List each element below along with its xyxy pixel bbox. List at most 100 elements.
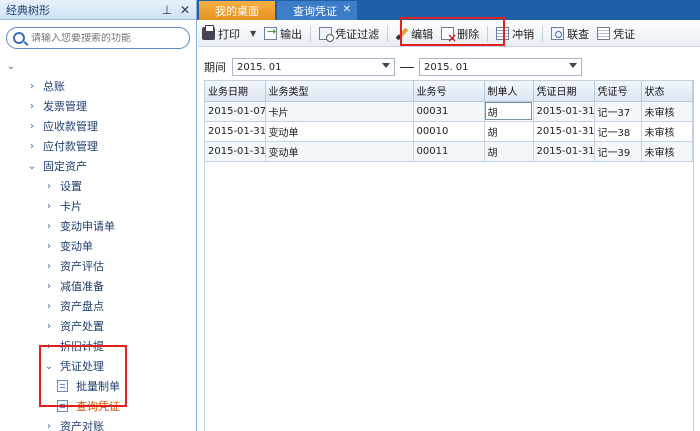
table-cell[interactable]: 00031 bbox=[413, 101, 485, 122]
table-cell[interactable]: 记一39 bbox=[594, 141, 642, 162]
search-box[interactable] bbox=[6, 27, 190, 49]
dropdown-arrow-icon[interactable]: ▼ bbox=[250, 29, 256, 38]
table-row[interactable]: 2015-01-31 变动单 00010 胡 2015-01-31 记一38 未… bbox=[205, 121, 693, 142]
table-cell[interactable]: 2015-01-31 bbox=[533, 141, 595, 162]
tree-item-general-ledger[interactable]: › 总账 bbox=[0, 76, 196, 96]
table-row[interactable]: 2015-01-31 变动单 00011 胡 2015-01-31 记一39 未… bbox=[205, 141, 693, 162]
voucher-table: 业务日期 业务类型 业务号 制单人 凭证日期 凭证号 状态 2015-01-07… bbox=[205, 81, 693, 162]
table-cell[interactable]: 00010 bbox=[413, 121, 485, 142]
tree-item-label: 设置 bbox=[60, 180, 82, 193]
tab-my-desktop[interactable]: 我的桌面 bbox=[199, 1, 275, 20]
chevron-right-icon: › bbox=[47, 260, 51, 272]
table-cell[interactable]: 2015-01-31 bbox=[205, 141, 266, 162]
tree-item-label: 变动单 bbox=[60, 240, 93, 253]
reverse-icon bbox=[496, 27, 510, 40]
tree-item-impairment[interactable]: › 减值准备 bbox=[0, 276, 196, 296]
table-header-row: 业务日期 业务类型 业务号 制单人 凭证日期 凭证号 状态 bbox=[205, 81, 693, 102]
edit-label: 编辑 bbox=[411, 27, 434, 41]
sidebar-title: 经典树形 bbox=[6, 3, 50, 17]
tree-item-change-request[interactable]: › 变动申请单 bbox=[0, 216, 196, 236]
pencil-icon bbox=[395, 27, 409, 40]
tab-query-voucher[interactable]: 查询凭证 ✕ bbox=[277, 1, 357, 20]
table-cell[interactable]: 未审核 bbox=[641, 141, 693, 162]
column-header[interactable]: 业务日期 bbox=[205, 81, 266, 102]
tree-item-invoice[interactable]: › 发票管理 bbox=[0, 96, 196, 116]
table-cell[interactable]: 00011 bbox=[413, 141, 485, 162]
printer-icon bbox=[202, 25, 215, 40]
table-cell[interactable]: 2015-01-31 bbox=[205, 121, 266, 142]
tree-item-fixed-assets[interactable]: ⌄ 固定资产 bbox=[0, 156, 196, 176]
chevron-down-icon: ⌄ bbox=[6, 60, 16, 72]
table-cell[interactable]: 未审核 bbox=[641, 101, 693, 122]
export-icon bbox=[264, 25, 278, 40]
tree-item-receivable[interactable]: › 应收款管理 bbox=[0, 116, 196, 136]
table-cell[interactable]: 变动单 bbox=[265, 141, 414, 162]
highlight-box-voucher-processing bbox=[39, 345, 127, 407]
table-cell[interactable]: 胡 bbox=[484, 121, 534, 142]
toolbar-divider bbox=[487, 25, 489, 42]
table-cell[interactable]: 卡片 bbox=[265, 101, 414, 122]
tree-root-toggle[interactable]: ⌄ bbox=[0, 56, 196, 76]
tree-item-asset-reconcile[interactable]: › 资产对账 bbox=[0, 416, 196, 431]
table-cell-focused[interactable]: 胡 bbox=[484, 101, 534, 122]
column-header[interactable]: 凭证日期 bbox=[533, 81, 595, 102]
table-cell[interactable]: 变动单 bbox=[265, 121, 414, 142]
toolbar-divider bbox=[310, 25, 312, 42]
print-button[interactable]: 打印 ▼ bbox=[198, 23, 260, 45]
tree-item-label: 卡片 bbox=[60, 200, 82, 213]
table-cell[interactable]: 记一37 bbox=[594, 101, 642, 122]
table-cell[interactable]: 胡 bbox=[484, 141, 534, 162]
table-cell[interactable]: 2015-01-07 bbox=[205, 101, 266, 122]
tree-item-label: 资产盘点 bbox=[60, 300, 104, 313]
tree-item-asset-disposal[interactable]: › 资产处置 bbox=[0, 316, 196, 336]
tree-item-card[interactable]: › 卡片 bbox=[0, 196, 196, 216]
reverse-button[interactable]: 冲销 bbox=[492, 23, 538, 45]
voucher-filter-button[interactable]: 凭证过滤 bbox=[315, 23, 383, 45]
period-to-value: 2015. 01 bbox=[424, 61, 469, 73]
search-input[interactable] bbox=[31, 32, 181, 44]
chevron-right-icon: › bbox=[30, 140, 34, 152]
chevron-right-icon: › bbox=[47, 180, 51, 192]
pin-icon[interactable]: ⊥ bbox=[160, 3, 174, 17]
voucher-button[interactable]: 凭证 bbox=[593, 23, 639, 45]
tree-item-change-slip[interactable]: › 变动单 bbox=[0, 236, 196, 256]
linked-query-button[interactable]: 联查 bbox=[547, 23, 593, 45]
period-from-select[interactable]: 2015. 01 bbox=[232, 58, 395, 76]
export-label: 输出 bbox=[280, 27, 303, 41]
chevron-right-icon: › bbox=[47, 300, 51, 312]
table-cell[interactable]: 2015-01-31 bbox=[533, 101, 595, 122]
tree-item-label: 变动申请单 bbox=[60, 220, 115, 233]
tree-item-label: 应付款管理 bbox=[43, 140, 98, 153]
voucher-icon bbox=[597, 27, 611, 40]
tab-bar: 我的桌面 查询凭证 ✕ bbox=[197, 0, 700, 20]
tree-item-label: 资产对账 bbox=[60, 420, 104, 431]
tree-item-asset-count[interactable]: › 资产盘点 bbox=[0, 296, 196, 316]
search-icon bbox=[13, 32, 25, 44]
column-header[interactable]: 状态 bbox=[641, 81, 693, 102]
column-header[interactable]: 业务号 bbox=[413, 81, 485, 102]
table-cell[interactable]: 记一38 bbox=[594, 121, 642, 142]
period-label: 期间 bbox=[204, 61, 226, 74]
column-header[interactable]: 制单人 bbox=[484, 81, 534, 102]
column-header[interactable]: 凭证号 bbox=[594, 81, 642, 102]
tree-item-payable[interactable]: › 应付款管理 bbox=[0, 136, 196, 156]
tree-item-label: 资产处置 bbox=[60, 320, 104, 333]
table-cell[interactable]: 2015-01-31 bbox=[533, 121, 595, 142]
edit-button[interactable]: 编辑 bbox=[392, 23, 437, 45]
table-row[interactable]: 2015-01-07 卡片 00031 胡 2015-01-31 记一37 未审… bbox=[205, 101, 693, 122]
sidebar-header: 经典树形 ⊥ ✕ bbox=[0, 0, 196, 20]
close-icon[interactable]: ✕ bbox=[178, 3, 192, 17]
chevron-right-icon: › bbox=[30, 80, 34, 92]
column-header[interactable]: 业务类型 bbox=[265, 81, 414, 102]
delete-button[interactable]: 删除 bbox=[437, 23, 483, 45]
range-separator bbox=[400, 66, 414, 68]
tree-item-asset-evaluation[interactable]: › 资产评估 bbox=[0, 256, 196, 276]
export-button[interactable]: 输出 bbox=[260, 23, 306, 45]
table-cell[interactable]: 未审核 bbox=[641, 121, 693, 142]
linked-query-label: 联查 bbox=[567, 27, 590, 41]
chevron-right-icon: › bbox=[47, 420, 51, 431]
period-to-select[interactable]: 2015. 01 bbox=[419, 58, 582, 76]
close-tab-icon[interactable]: ✕ bbox=[343, 4, 351, 15]
period-from-value: 2015. 01 bbox=[237, 61, 282, 73]
tree-item-settings[interactable]: › 设置 bbox=[0, 176, 196, 196]
